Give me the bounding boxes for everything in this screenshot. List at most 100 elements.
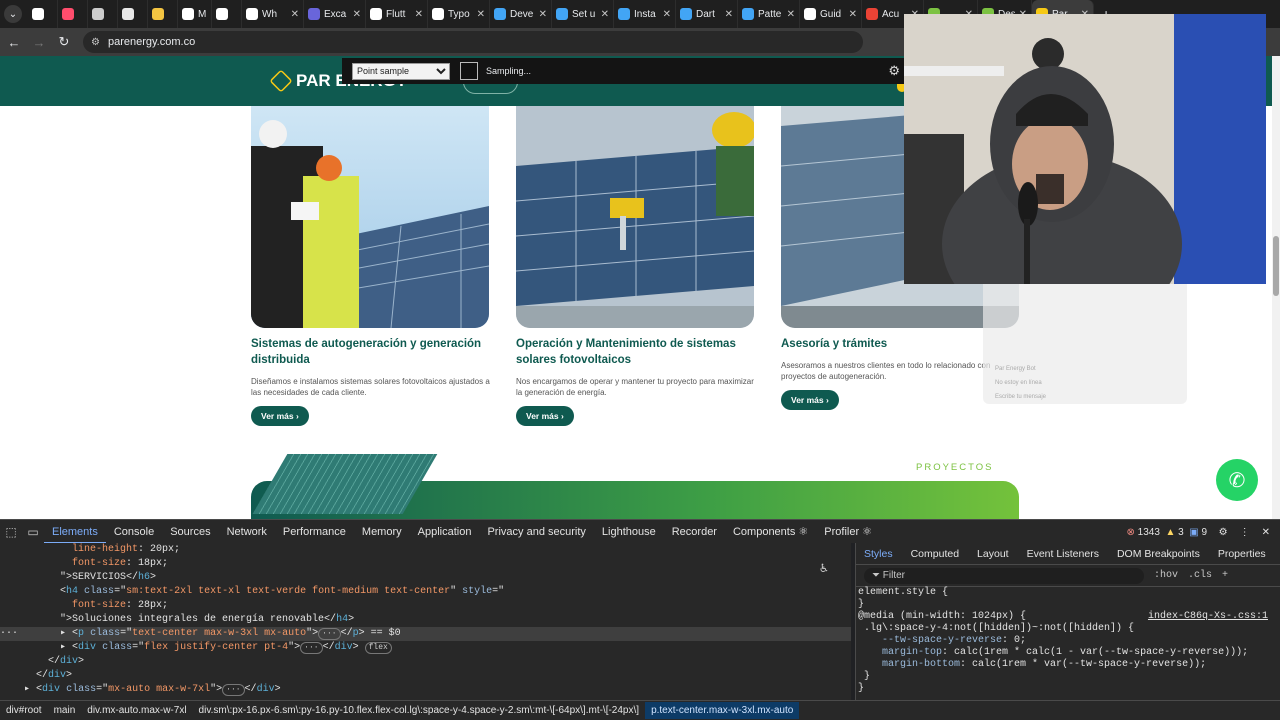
browser-tab[interactable]: Guid ✕ bbox=[800, 0, 862, 28]
url-text: parenergy.com.co bbox=[107, 36, 196, 48]
close-tab-icon[interactable]: ✕ bbox=[291, 9, 299, 20]
error-count[interactable]: 1343 bbox=[1138, 527, 1160, 538]
close-tab-icon[interactable]: ✕ bbox=[415, 9, 423, 20]
dom-line-selected[interactable]: ··· ▸ <p class="text-center max-w-3xl mx… bbox=[0, 627, 851, 641]
devtools-tab[interactable]: Performance bbox=[275, 520, 354, 544]
browser-tab[interactable] bbox=[88, 0, 118, 28]
breadcrumb-item[interactable]: div.mx-auto.max-w-7xl bbox=[81, 705, 192, 716]
chat-widget-ghost: Par Energy Bot No estoy en línea Escribe… bbox=[983, 276, 1187, 404]
browser-tab[interactable]: Typo ✕ bbox=[428, 0, 490, 28]
tab-title: Guid bbox=[820, 8, 842, 20]
info-count[interactable]: 9 bbox=[1202, 527, 1208, 538]
sample-mode-select[interactable]: Point sample bbox=[352, 62, 450, 80]
hov-toggle[interactable]: :hov bbox=[1154, 570, 1178, 581]
browser-tab[interactable]: Exca ✕ bbox=[304, 0, 366, 28]
css-rules[interactable]: element.style { } @media (min-width: 102… bbox=[856, 587, 1280, 695]
devtools-tab[interactable]: Sources bbox=[162, 520, 218, 544]
browser-tab[interactable] bbox=[148, 0, 178, 28]
browser-tab[interactable]: Insta ✕ bbox=[614, 0, 676, 28]
styles-subtab[interactable]: Layout bbox=[969, 548, 1019, 560]
card-title: Sistemas de autogeneración y generación … bbox=[251, 338, 482, 366]
excalidraw-icon bbox=[308, 8, 320, 20]
close-tab-icon[interactable]: ✕ bbox=[601, 9, 609, 20]
close-tab-icon[interactable]: ✕ bbox=[849, 9, 857, 20]
styles-subtab[interactable]: Event Listeners bbox=[1019, 548, 1109, 560]
dom-line[interactable]: ▸ <div class="mx-auto max-w-7xl"> ··· </di… bbox=[0, 683, 851, 697]
browser-tab[interactable]: Set u ✕ bbox=[552, 0, 614, 28]
device-toolbar-icon[interactable]: ▭ bbox=[22, 525, 44, 539]
inspect-element-icon[interactable]: ⬚ bbox=[0, 525, 22, 539]
site-info-icon[interactable]: ⚙ bbox=[91, 37, 100, 48]
ghost-line: Par Energy Bot bbox=[995, 366, 1036, 372]
card-title: Operación y Mantenimiento de sistemas so… bbox=[516, 338, 736, 366]
browser-tab[interactable] bbox=[58, 0, 88, 28]
filter-placeholder: Filter bbox=[882, 569, 906, 581]
ver-mas-button[interactable]: Ver más › bbox=[781, 390, 839, 410]
devtools-tab[interactable]: Components ⚛ bbox=[725, 520, 816, 544]
breadcrumb-item[interactable]: div.sm\:px-16.px-6.sm\:py-16.py-10.flex.… bbox=[193, 705, 646, 716]
devtools-tab[interactable]: Console bbox=[106, 520, 162, 544]
picker-settings-icon[interactable]: ⚙ bbox=[888, 63, 900, 79]
devtools-tab-bar: ⬚ ▭ Elements Console Sources Network Perform… bbox=[0, 519, 1280, 544]
close-tab-icon[interactable]: ✕ bbox=[353, 9, 361, 20]
new-rule-icon[interactable]: + bbox=[1222, 570, 1228, 581]
close-tab-icon[interactable]: ✕ bbox=[477, 9, 485, 20]
ghost-line: Escribe tu mensaje bbox=[995, 394, 1047, 400]
settings-icon[interactable]: ⚙ bbox=[1219, 527, 1228, 538]
tab-title: Flutt bbox=[386, 8, 406, 20]
browser-tab[interactable]: Deve ✕ bbox=[490, 0, 552, 28]
cls-toggle[interactable]: .cls bbox=[1188, 570, 1212, 581]
breadcrumb-item[interactable]: p.text-center.max-w-3xl.mx-auto bbox=[645, 702, 800, 719]
app-icon bbox=[432, 8, 444, 20]
accessibility-icon[interactable]: ♿ bbox=[820, 561, 828, 576]
browser-tab[interactable]: Patte ✕ bbox=[738, 0, 800, 28]
more-options-icon[interactable]: ⋮ bbox=[1240, 527, 1250, 538]
browser-tab[interactable]: Mi bbox=[178, 0, 212, 28]
devtools-tab[interactable]: Memory bbox=[354, 520, 410, 544]
browser-tab[interactable]: Wh ✕ bbox=[242, 0, 304, 28]
forward-button[interactable]: → bbox=[28, 31, 50, 53]
elements-tree[interactable]: line-height: 20px; font-size: 18px; ">SE… bbox=[0, 543, 851, 700]
styles-subtab[interactable]: Properties bbox=[1210, 548, 1276, 560]
styles-subtab[interactable]: Computed bbox=[903, 548, 969, 560]
devtools-tab[interactable]: Recorder bbox=[664, 520, 725, 544]
browser-tab[interactable] bbox=[118, 0, 148, 28]
browser-tab[interactable] bbox=[28, 0, 58, 28]
close-devtools-icon[interactable]: ✕ bbox=[1262, 527, 1270, 538]
dom-line: </div> bbox=[0, 670, 73, 681]
browser-tab[interactable]: Dart ✕ bbox=[676, 0, 738, 28]
back-button[interactable]: ← bbox=[3, 31, 25, 53]
reload-button[interactable]: ↻ bbox=[53, 31, 75, 53]
breadcrumb-item[interactable]: div#root bbox=[0, 705, 48, 716]
address-bar[interactable]: ⚙ parenergy.com.co bbox=[83, 31, 863, 53]
whatsapp-button[interactable]: ✆ bbox=[1216, 459, 1258, 501]
styles-filter-input[interactable]: ⏷ Filter bbox=[864, 567, 1144, 584]
close-tab-icon[interactable]: ✕ bbox=[663, 9, 671, 20]
devtools-tab[interactable]: Privacy and security bbox=[479, 520, 593, 544]
devtools-tab[interactable]: Profiler ⚛ bbox=[816, 520, 880, 544]
dom-line[interactable]: ▸ <div class="flex justify-center pt-4">… bbox=[0, 641, 851, 655]
close-tab-icon[interactable]: ✕ bbox=[725, 9, 733, 20]
browser-tab[interactable] bbox=[212, 0, 242, 28]
warning-count[interactable]: 3 bbox=[1178, 527, 1184, 538]
ghost-line: No estoy en línea bbox=[995, 380, 1042, 386]
logo-icon bbox=[269, 69, 293, 93]
devtools-tab[interactable]: Network bbox=[219, 520, 275, 544]
filter-icon: ⏷ bbox=[872, 569, 883, 581]
tab-title: Insta bbox=[634, 8, 656, 20]
ver-mas-button[interactable]: Ver más › bbox=[516, 406, 574, 426]
tab-search-button[interactable]: ⌄ bbox=[4, 5, 22, 23]
page-scrollbar-thumb[interactable] bbox=[1273, 236, 1279, 296]
styles-subtab[interactable]: DOM Breakpoints bbox=[1109, 548, 1210, 560]
devtools-tab[interactable]: Lighthouse bbox=[594, 520, 664, 544]
styles-subtab[interactable]: Styles bbox=[856, 548, 903, 560]
devtools-tab[interactable]: Application bbox=[410, 520, 480, 544]
close-tab-icon[interactable]: ✕ bbox=[539, 9, 547, 20]
ver-mas-button[interactable]: Ver más › bbox=[251, 406, 309, 426]
devtools-tab[interactable]: Elements bbox=[44, 520, 106, 544]
breadcrumb-item[interactable]: main bbox=[48, 705, 82, 716]
dom-line: line-height: 20px; bbox=[72, 544, 181, 555]
app-icon bbox=[216, 8, 228, 20]
close-tab-icon[interactable]: ✕ bbox=[787, 9, 795, 20]
browser-tab[interactable]: Flutt ✕ bbox=[366, 0, 428, 28]
